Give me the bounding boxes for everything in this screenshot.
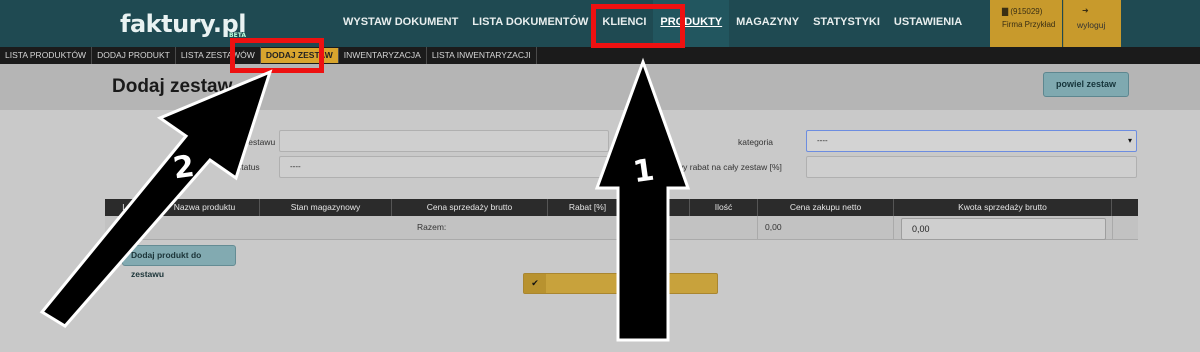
arrow-2-icon <box>39 69 273 328</box>
arrow-1-icon <box>594 57 691 342</box>
annotation-arrows: 1 2 <box>39 57 691 342</box>
